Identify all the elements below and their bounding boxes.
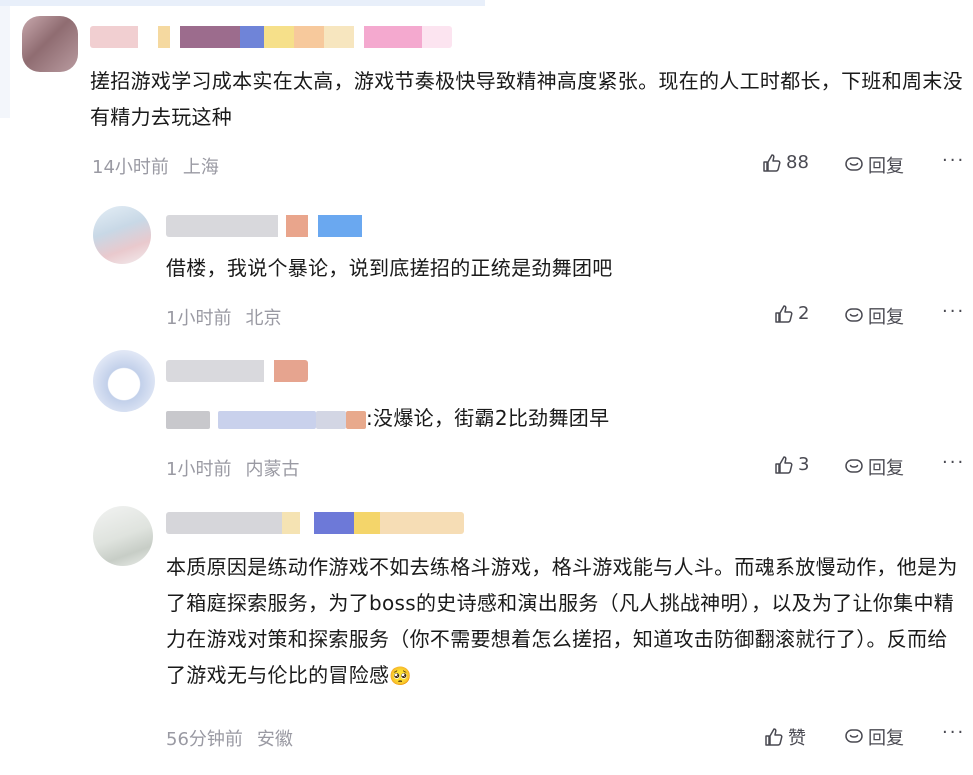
more-options-button[interactable]: ··· bbox=[942, 452, 965, 473]
more-options-button[interactable]: ··· bbox=[942, 301, 965, 322]
comment-location: 上海 bbox=[182, 157, 219, 178]
like-count: 88 bbox=[786, 152, 809, 173]
pleading-face-emoji: 🥺 bbox=[389, 666, 413, 687]
reply-body: 本质原因是练动作游戏不如去练格斗游戏，格斗游戏能与人斗。而魂系放慢动作，他是为了… bbox=[166, 555, 958, 687]
reply-item: 借楼，我说个暴论，说到底搓招的正统是劲舞团吧 1小时前 北京 2 回复 ··· bbox=[0, 200, 973, 340]
reply-text: 本质原因是练动作游戏不如去练格斗游戏，格斗游戏能与人斗。而魂系放慢动作，他是为了… bbox=[166, 549, 966, 695]
reply-body: :没爆论，街霸2比劲舞团早 bbox=[366, 406, 610, 430]
reply-location: 内蒙古 bbox=[245, 459, 300, 480]
reply-time: 1小时前 bbox=[166, 308, 232, 329]
username-blurred[interactable] bbox=[90, 26, 452, 48]
reply-bubble-icon bbox=[845, 729, 863, 743]
comment-text: 搓招游戏学习成本实在太高，游戏节奏极快导致精神高度紧张。现在的人工时都长，下班和… bbox=[90, 69, 963, 129]
like-count: 3 bbox=[798, 454, 810, 475]
reply-label: 回复 bbox=[868, 156, 904, 177]
reply-label: 回复 bbox=[868, 728, 904, 749]
avatar[interactable] bbox=[93, 506, 153, 566]
like-button[interactable]: 3 bbox=[774, 454, 809, 475]
username-blurred[interactable] bbox=[166, 360, 308, 382]
more-options-button[interactable]: ··· bbox=[942, 722, 965, 743]
thumbs-up-icon bbox=[775, 304, 793, 323]
reply-meta: 1小时前 内蒙古 bbox=[166, 455, 299, 481]
reply-item: 本质原因是练动作游戏不如去练格斗游戏，格斗游戏能与人斗。而魂系放慢动作，他是为了… bbox=[0, 502, 973, 775]
reply-time: 56分钟前 bbox=[166, 729, 243, 750]
thumbs-up-icon bbox=[765, 728, 783, 746]
mention-blurred[interactable] bbox=[166, 410, 210, 429]
avatar[interactable] bbox=[93, 350, 155, 412]
reply-item: :没爆论，街霸2比劲舞团早 1小时前 内蒙古 3 回复 ··· bbox=[0, 348, 973, 488]
avatar[interactable] bbox=[93, 206, 151, 264]
mention-blurred[interactable] bbox=[218, 410, 316, 429]
reply-button[interactable]: 回复 bbox=[844, 724, 904, 750]
reply-location: 安徽 bbox=[256, 729, 293, 750]
reply-time: 1小时前 bbox=[166, 459, 232, 480]
username-blurred[interactable] bbox=[166, 215, 366, 237]
reply-bubble-icon bbox=[845, 459, 863, 473]
thumbs-up-icon bbox=[763, 153, 781, 172]
like-label: 赞 bbox=[788, 728, 806, 749]
reply-text: 借楼，我说个暴论，说到底搓招的正统是劲舞团吧 bbox=[166, 256, 613, 280]
username-blurred[interactable] bbox=[166, 512, 464, 534]
reply-meta: 1小时前 北京 bbox=[166, 304, 281, 330]
comment-item: 搓招游戏学习成本实在太高，游戏节奏极快导致精神高度紧张。现在的人工时都长，下班和… bbox=[0, 0, 973, 190]
comment-meta: 14小时前 上海 bbox=[92, 153, 219, 179]
reply-button[interactable]: 回复 bbox=[844, 454, 904, 480]
like-count: 2 bbox=[798, 303, 810, 324]
more-options-button[interactable]: ··· bbox=[942, 150, 965, 171]
comment-time: 14小时前 bbox=[92, 157, 169, 178]
avatar[interactable] bbox=[22, 16, 78, 72]
reply-bubble-icon bbox=[845, 308, 863, 322]
reply-meta: 56分钟前 安徽 bbox=[166, 725, 293, 751]
reply-bubble-icon bbox=[845, 157, 863, 171]
reply-text: :没爆论，街霸2比劲舞团早 bbox=[166, 400, 946, 436]
like-button[interactable]: 2 bbox=[774, 303, 809, 324]
reply-location: 北京 bbox=[245, 308, 282, 329]
reply-button[interactable]: 回复 bbox=[844, 152, 904, 178]
reply-label: 回复 bbox=[868, 307, 904, 328]
like-button[interactable]: 88 bbox=[762, 152, 809, 173]
thumbs-up-icon bbox=[775, 455, 793, 474]
like-button[interactable]: 赞 bbox=[764, 724, 806, 750]
reply-button[interactable]: 回复 bbox=[844, 303, 904, 329]
reply-label: 回复 bbox=[868, 458, 904, 479]
